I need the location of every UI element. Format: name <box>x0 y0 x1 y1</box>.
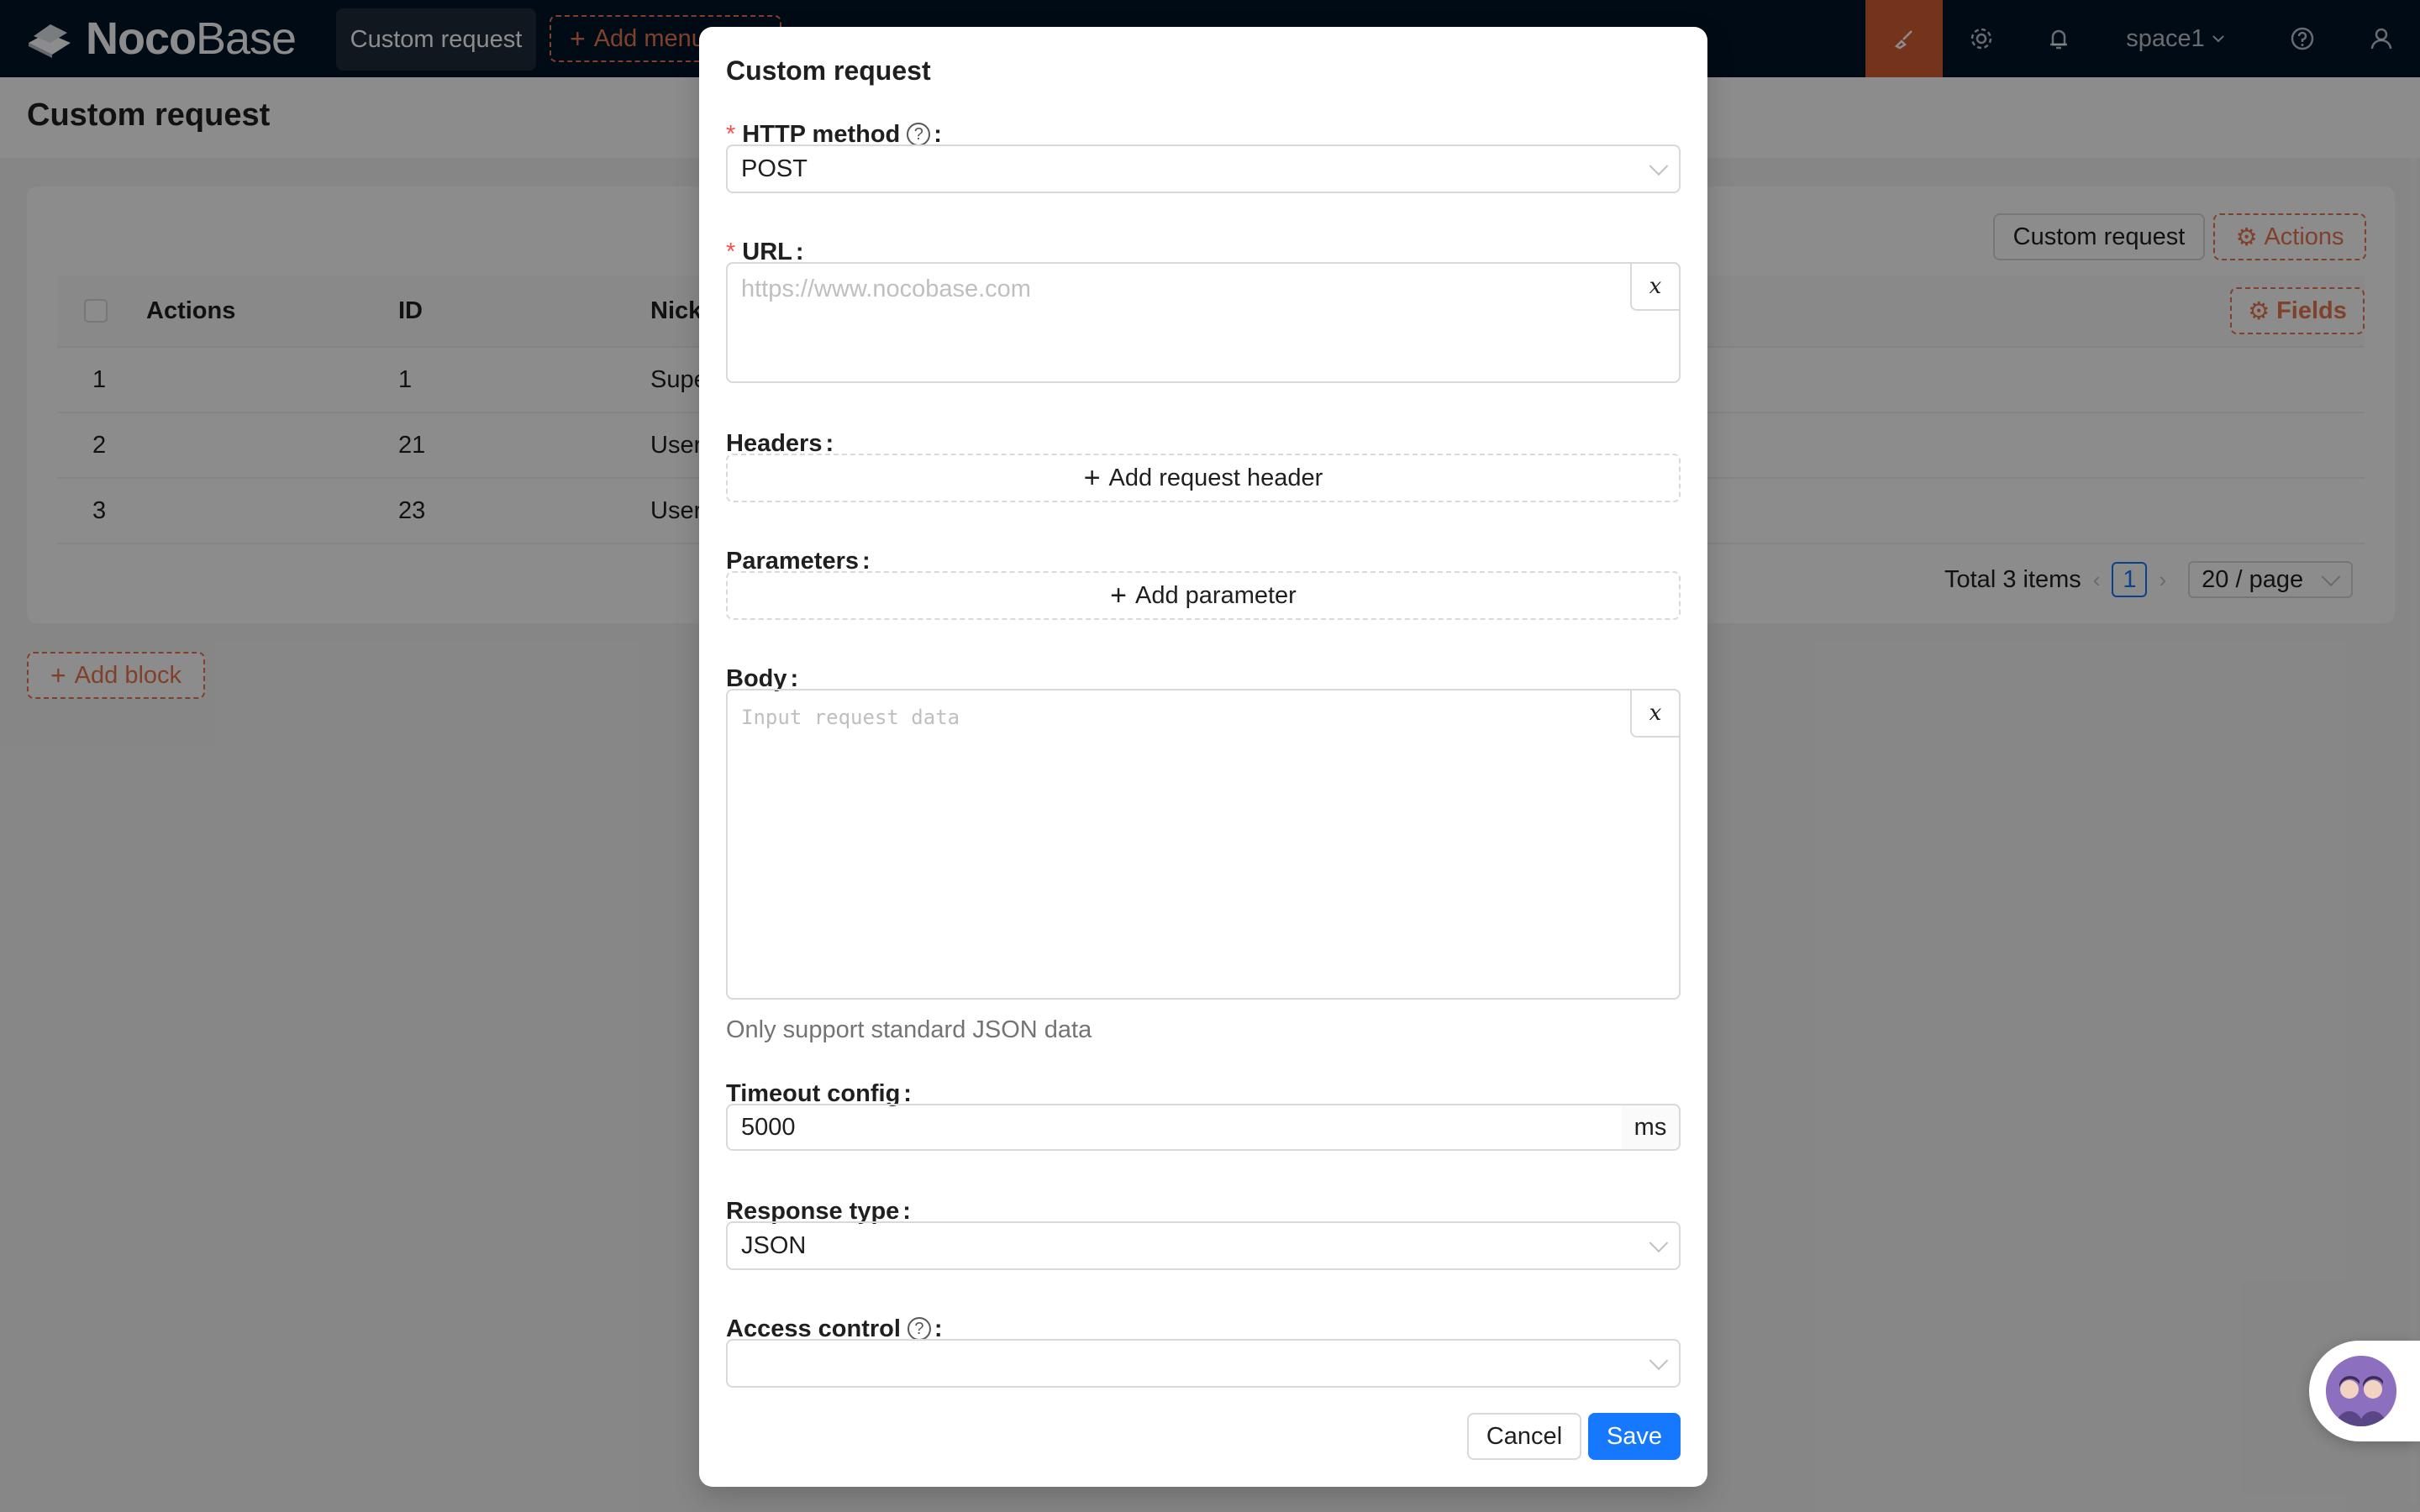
modal-title: Custom request <box>726 55 931 86</box>
custom-request-modal: Custom request * HTTP method ? : POST * … <box>699 27 1707 1487</box>
question-circle-icon[interactable]: ? <box>907 123 931 146</box>
add-parameter-label: Add parameter <box>1135 581 1297 609</box>
chevron-down-icon <box>1649 156 1669 176</box>
timeout-value: 5000 <box>741 1113 796 1141</box>
timeout-unit: ms <box>1622 1104 1681 1151</box>
ai-assistant-avatar <box>2326 1356 2396 1426</box>
body-input[interactable]: Input request data x <box>726 689 1681 1000</box>
plus-icon: + <box>1110 579 1128 612</box>
add-request-header-button[interactable]: + Add request header <box>726 454 1681 502</box>
variable-x-icon[interactable]: x <box>1630 689 1681 738</box>
url-placeholder: https://www.nocobase.com <box>741 276 1031 302</box>
http-method-value: POST <box>741 155 808 182</box>
access-control-select[interactable] <box>726 1339 1681 1388</box>
response-type-select[interactable]: JSON <box>726 1221 1681 1270</box>
ai-assistant-launcher[interactable] <box>2309 1341 2420 1441</box>
chevron-down-icon <box>1649 1351 1669 1371</box>
chevron-down-icon <box>1649 1233 1669 1253</box>
question-circle-icon[interactable]: ? <box>907 1317 931 1341</box>
body-help-text: Only support standard JSON data <box>726 1016 1092 1043</box>
timeout-input[interactable]: 5000 <box>726 1104 1623 1151</box>
variable-x-icon[interactable]: x <box>1630 262 1681 311</box>
http-method-select[interactable]: POST <box>726 144 1681 193</box>
add-request-header-label: Add request header <box>1108 464 1323 491</box>
response-type-value: JSON <box>741 1231 807 1259</box>
save-button[interactable]: Save <box>1588 1413 1681 1460</box>
body-placeholder: Input request data <box>741 706 960 729</box>
plus-icon: + <box>1083 461 1101 494</box>
cancel-button[interactable]: Cancel <box>1467 1413 1581 1460</box>
add-parameter-button[interactable]: + Add parameter <box>726 571 1681 620</box>
url-input[interactable]: https://www.nocobase.com x <box>726 262 1681 383</box>
